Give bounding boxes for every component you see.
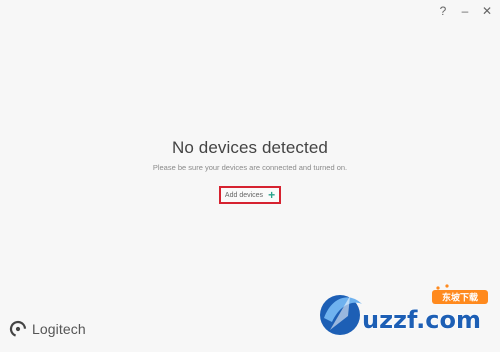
logitech-mark-icon bbox=[9, 320, 27, 338]
logitech-logo: Logitech bbox=[9, 320, 86, 338]
page-title: No devices detected bbox=[172, 138, 328, 157]
watermark-brand-cn: 东坡下载 bbox=[442, 292, 478, 304]
app-window: ? – ✕ No devices detected Please be sure… bbox=[0, 0, 500, 352]
help-button[interactable]: ? bbox=[436, 4, 450, 18]
add-devices-label: Add devices bbox=[224, 191, 264, 199]
uzzf-watermark-icon: 东坡下载 uzzf.com bbox=[320, 284, 488, 335]
plus-icon: + bbox=[268, 188, 276, 202]
brand-name: Logitech bbox=[32, 321, 86, 337]
empty-state: No devices detected Please be sure your … bbox=[0, 138, 500, 204]
window-controls: ? – ✕ bbox=[436, 4, 494, 18]
status-message: Please be sure your devices are connecte… bbox=[152, 163, 348, 172]
watermark-site: uzzf.com bbox=[362, 306, 481, 334]
add-devices-button[interactable]: Add devices + bbox=[218, 186, 282, 204]
minimize-button[interactable]: – bbox=[458, 4, 472, 18]
close-button[interactable]: ✕ bbox=[480, 4, 494, 18]
